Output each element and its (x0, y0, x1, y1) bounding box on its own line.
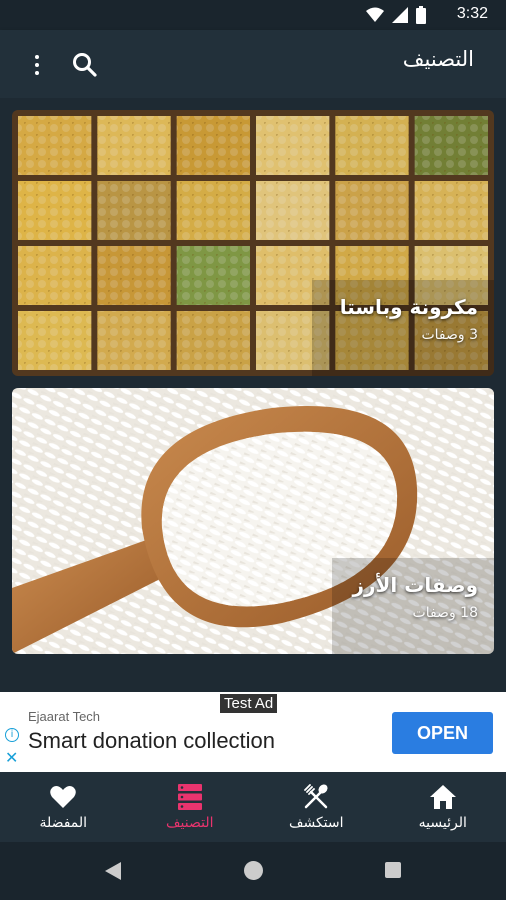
nav-item-label: استكشف (288, 815, 344, 831)
ad-banner[interactable]: Test Ad i ✕ Ejaarat Tech Smart donation … (0, 692, 506, 772)
nav-item-label: الرئيسيه (418, 815, 467, 831)
page-title: التصنيف (402, 47, 474, 71)
nav-item-categories[interactable]: التصنيف (127, 772, 254, 842)
heart-icon (50, 786, 77, 808)
status-icons (366, 6, 426, 24)
category-card-pasta[interactable]: مكرونة وباستا 3 وصفات (12, 110, 494, 376)
category-card-rice[interactable]: وصفات الأرز 18 وصفات (12, 388, 494, 654)
recipe-count: 3 وصفات (421, 327, 478, 343)
test-ad-label: Test Ad (220, 694, 278, 713)
bottom-navigation: المفضلة التصنيف استكشف الرئيسيه (0, 772, 506, 842)
category-name: مكرونة وباستا (339, 295, 478, 319)
signal-icon (392, 7, 408, 23)
recipe-count: 18 وصفات (412, 605, 478, 621)
category-list-icon (177, 784, 202, 810)
recent-apps-icon[interactable] (385, 862, 401, 878)
ad-open-button[interactable]: OPEN (392, 712, 493, 754)
ad-advertiser: Ejaarat Tech (28, 709, 101, 724)
status-bar: 3:32 (0, 0, 506, 30)
ad-headline: Smart donation collection (28, 728, 276, 753)
nav-item-explore[interactable]: استكشف (253, 772, 380, 842)
nav-item-home[interactable]: الرئيسيه (380, 772, 506, 842)
nav-item-favorites[interactable]: المفضلة (0, 772, 127, 842)
wifi-icon (366, 7, 384, 22)
category-caption: وصفات الأرز 18 وصفات (353, 573, 479, 621)
search-icon[interactable] (70, 50, 100, 80)
category-caption: مكرونة وباستا 3 وصفات (340, 295, 478, 343)
home-button-icon[interactable] (244, 861, 263, 880)
category-list: مكرونة وباستا 3 وصفات وصفات الأرز 18 وصف… (0, 98, 506, 692)
back-icon[interactable] (105, 862, 121, 880)
ad-info-icon[interactable]: i (5, 728, 19, 742)
nav-item-label: المفضلة (39, 815, 88, 831)
nav-item-label: التصنيف (166, 815, 214, 831)
more-options-icon[interactable] (22, 50, 52, 80)
clock: 3:32 (456, 5, 488, 22)
battery-icon (416, 6, 426, 24)
fork-spoon-icon (304, 784, 328, 809)
category-name: وصفات الأرز (352, 573, 479, 597)
ad-close-icon[interactable]: ✕ (5, 748, 18, 767)
app-bar: التصنيف (0, 30, 506, 98)
home-icon (429, 785, 456, 809)
system-navigation-bar (0, 842, 506, 900)
